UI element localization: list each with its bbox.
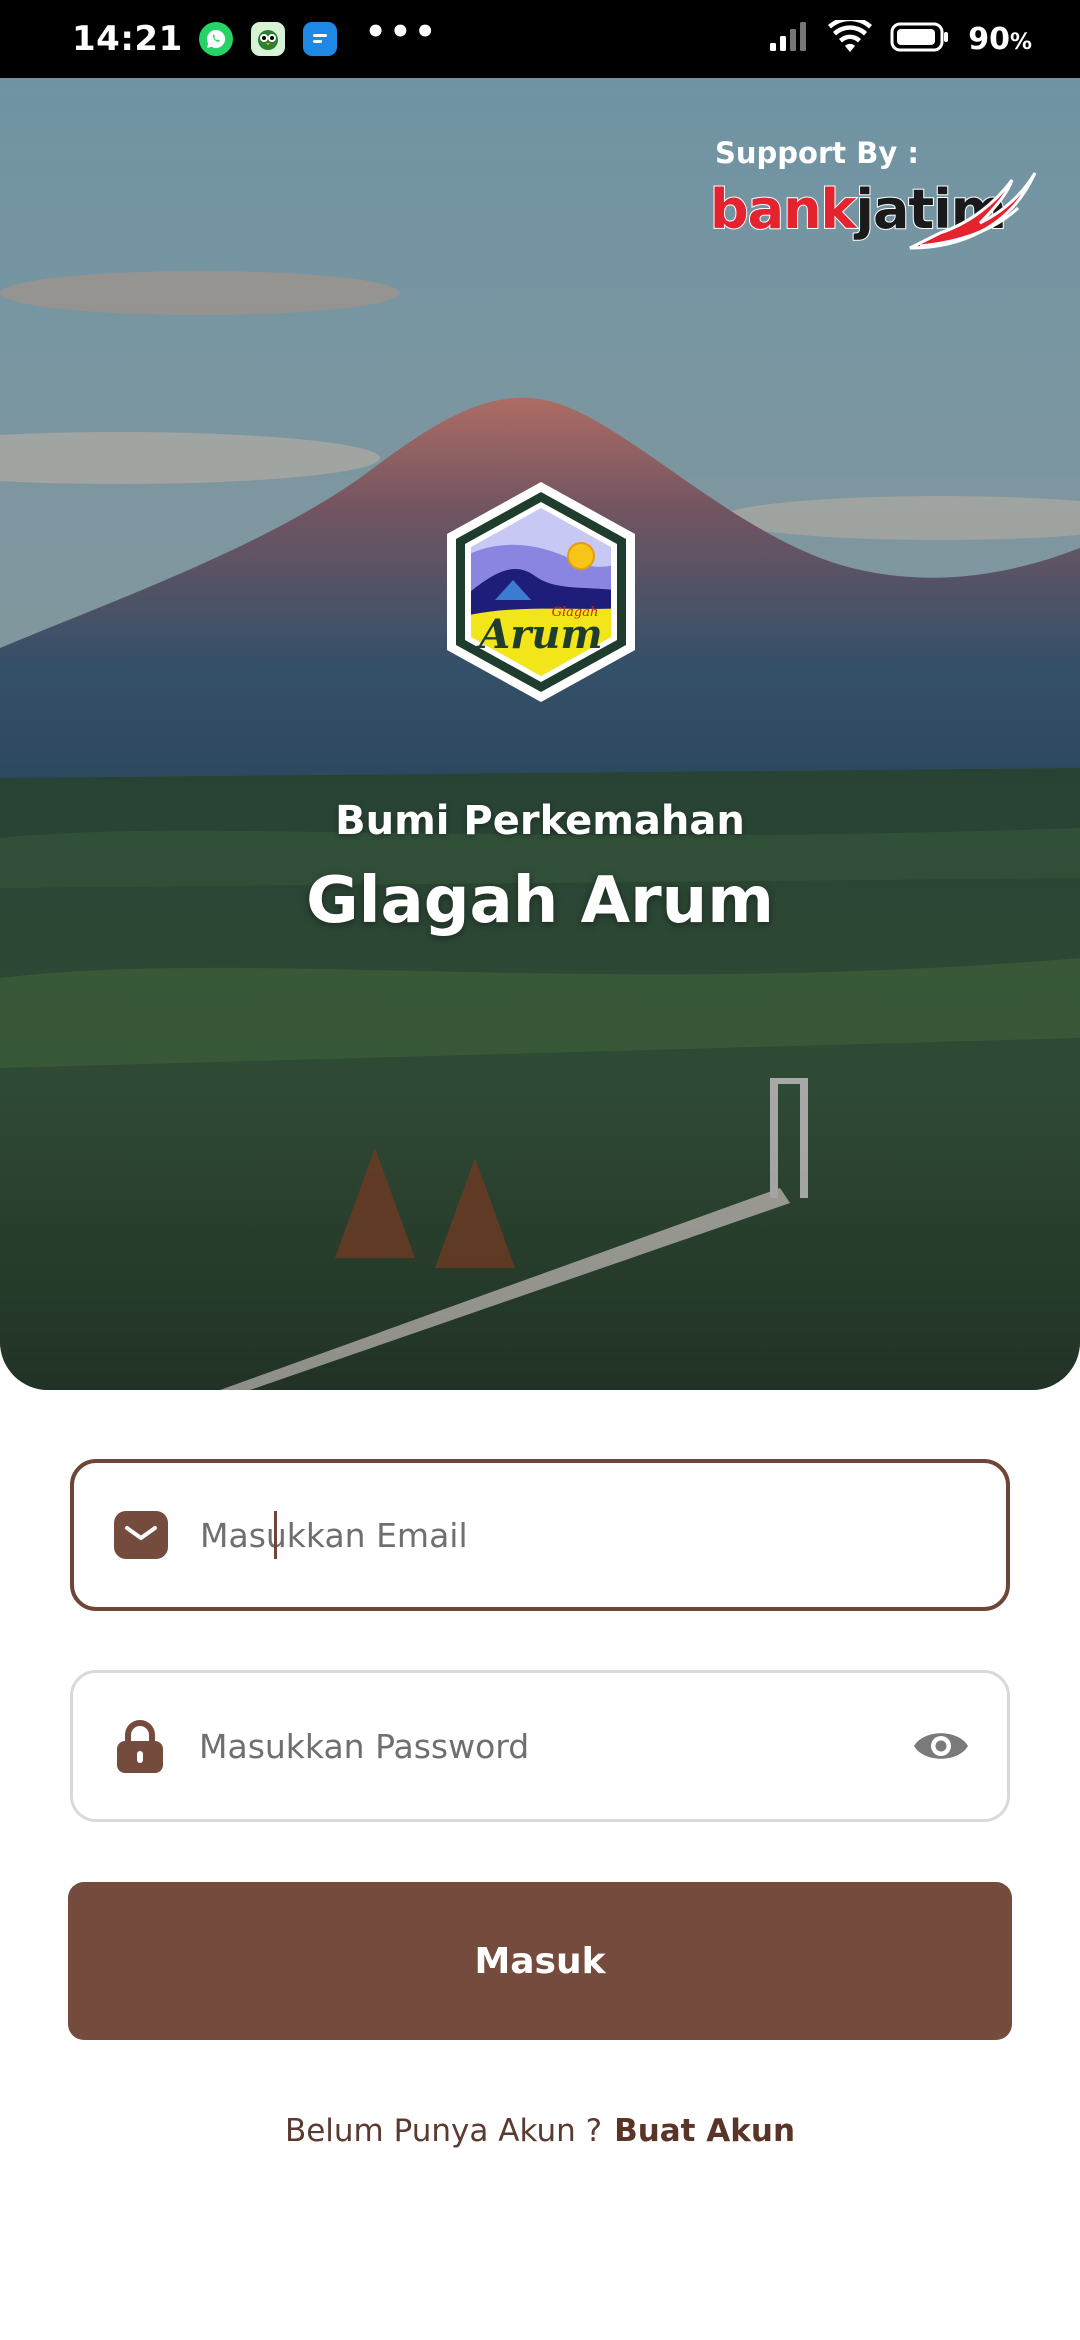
login-button[interactable]: Masuk <box>68 1882 1012 2040</box>
whatsapp-icon <box>198 22 233 56</box>
messages-app-icon <box>302 22 337 56</box>
battery-percentage: 90% <box>968 21 1032 57</box>
email-field[interactable] <box>70 1459 1010 1611</box>
glagah-arum-logo: Arum Glagah <box>447 482 635 702</box>
text-cursor <box>274 1511 277 1559</box>
notification-icons: ••• <box>198 12 439 56</box>
hero-banner: Support By : bankjatim Arum Glagah Bumi … <box>0 78 1080 1390</box>
email-icon <box>112 1506 170 1564</box>
register-row: Belum Punya Akun ? Buat Akun <box>0 2113 1080 2149</box>
register-prompt: Belum Punya Akun ? <box>284 2113 603 2149</box>
email-input[interactable] <box>200 1515 970 1555</box>
support-label: Support By : <box>715 136 919 170</box>
owl-app-icon <box>250 22 285 56</box>
bank-wing-icon <box>909 172 1037 250</box>
sponsor-block: Support By : bankjatim <box>709 136 1040 258</box>
battery-icon <box>890 21 950 57</box>
password-input[interactable] <box>199 1726 911 1766</box>
more-notifications-icon: ••• <box>364 12 439 52</box>
status-bar: 14:21 ••• 90% <box>0 0 1080 78</box>
status-time: 14:21 <box>72 19 183 59</box>
create-account-link[interactable]: Buat Akun <box>614 2113 795 2149</box>
hero-title: Glagah Arum <box>306 864 774 938</box>
system-icons: 90% <box>768 16 1032 58</box>
bankjatim-logo: bankjatim <box>709 172 1040 258</box>
wifi-icon <box>828 16 873 58</box>
signal-icon <box>768 21 810 57</box>
lock-icon <box>111 1717 169 1775</box>
password-field[interactable] <box>70 1670 1010 1822</box>
badge-small-text: Glagah <box>552 605 599 620</box>
show-password-eye-icon[interactable] <box>911 1716 971 1776</box>
mountain-landscape-image <box>0 78 1080 1390</box>
hero-subtitle: Bumi Perkemahan <box>335 798 745 844</box>
